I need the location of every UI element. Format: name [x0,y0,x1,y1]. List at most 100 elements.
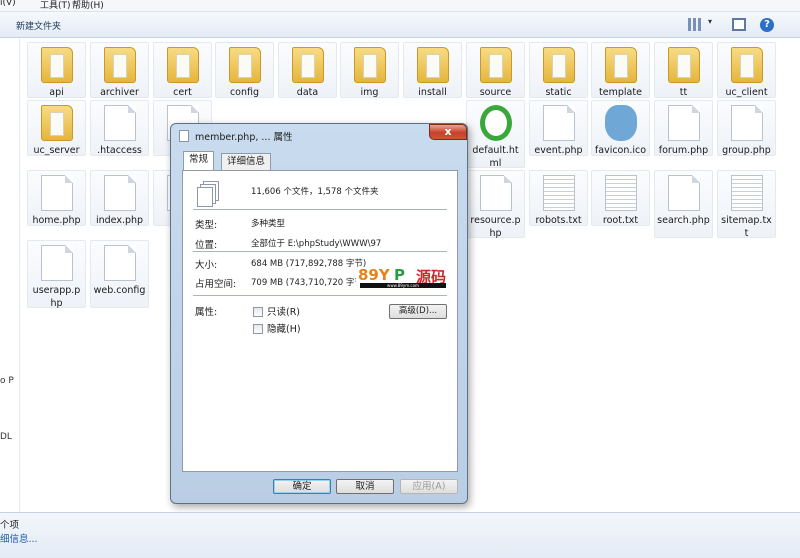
general-panel: 11,606 个文件，1,578 个文件夹 类型: 多种类型 位置: 全部位于 … [182,170,458,472]
file-label: robots.txt [535,215,582,226]
new-folder-button[interactable]: 新建文件夹 [16,19,61,32]
item-count: 个项 [0,520,20,531]
properties-dialog: member.php, ... 属性 x 常规 详细信息 11,606 个文件，… [170,123,468,504]
location-value: 全部位于 E:\phpStudy\WWW\97 [251,239,382,249]
folder-item[interactable]: archiver [90,42,149,98]
disk-size-label: 占用空间: [195,279,237,290]
file-icon [668,105,700,141]
folder-item[interactable]: static [529,42,588,98]
view-options-chevron-icon[interactable]: ▾ [708,17,712,26]
size-label: 大小: [195,260,218,271]
folder-item[interactable]: source [466,42,525,98]
folder-item[interactable]: img [340,42,399,98]
folder-icon [229,47,261,83]
file-item[interactable]: group.php [717,100,776,156]
file-label: event.php [534,145,583,156]
file-label: config [229,87,260,98]
file-label: default.html [472,145,519,169]
file-item[interactable]: event.php [529,100,588,156]
folder-icon [668,47,700,83]
change-view-icon[interactable] [688,18,702,31]
multiple-files-icon [197,181,219,207]
file-icon [104,245,136,281]
file-item[interactable]: .htaccess [90,100,149,156]
folder-item[interactable]: cert [153,42,212,98]
tab-general[interactable]: 常规 [183,151,215,170]
folder-item[interactable]: uc_client [717,42,776,98]
file-item[interactable]: home.php [27,170,86,226]
file-item[interactable]: robots.txt [529,170,588,226]
watermark-logo: 89Y P 源码 www.89ym.com [356,266,448,290]
apply-button[interactable]: 应用(A) [400,479,458,494]
file-label: index.php [95,215,144,226]
file-icon [543,105,575,141]
file-label: data [296,87,319,98]
file-label: uc_server [33,145,80,156]
file-label: web.config [93,285,146,296]
watermark-text: P [394,266,405,284]
file-item[interactable]: root.txt [591,170,650,226]
file-label: favicon.ico [594,145,647,156]
nav-item[interactable]: o P [0,376,14,386]
file-icon [731,105,763,141]
file-item[interactable]: search.php [654,170,713,238]
file-item[interactable]: resource.php [466,170,525,239]
file-item[interactable]: web.config [90,240,149,308]
folder-item[interactable]: tt [654,42,713,98]
file-label: .htaccess [97,145,142,156]
file-item[interactable]: default.html [466,100,525,169]
close-button[interactable]: x [429,124,467,140]
file-item[interactable]: forum.php [654,100,713,156]
file-item[interactable]: sitemap.txt [717,170,776,239]
file-label: resource.php [470,215,521,239]
document-icon [179,130,189,142]
menu-tools[interactable]: 工具(T) [40,0,71,11]
folder-item[interactable]: data [278,42,337,98]
watermark-url: www.89ym.com [360,283,446,288]
file-label: home.php [32,215,81,226]
dialog-title: member.php, ... 属性 [195,132,293,143]
watermark-text: 89Y [358,266,390,284]
file-item[interactable]: favicon.ico [591,100,650,156]
folder-item[interactable]: api [27,42,86,98]
help-icon[interactable]: ? [760,18,774,32]
ok-button[interactable]: 确定 [273,479,331,494]
text-file-icon [731,175,763,211]
file-icon [104,105,136,141]
preview-pane-icon[interactable] [732,18,746,31]
file-label: api [49,87,64,98]
folder-item[interactable]: install [403,42,462,98]
file-icon [668,175,700,211]
folder-icon [480,47,512,83]
summary-count: 11,606 个文件，1,578 个文件夹 [251,187,379,197]
file-label: group.php [722,145,771,156]
folder-item[interactable]: template [591,42,650,98]
attributes-label: 属性: [195,307,218,318]
folder-item[interactable]: uc_server [27,100,86,156]
size-value: 684 MB (717,892,788 字节) [251,259,367,269]
nav-item[interactable]: DL [0,432,12,442]
folder-icon [41,105,73,141]
file-item[interactable]: index.php [90,170,149,226]
folder-icon [104,47,136,83]
file-label: search.php [657,215,710,226]
show-details-link[interactable]: 细信息... [0,531,38,545]
file-label: uc_client [725,87,768,98]
menu-bar: i(V) 工具(T) 帮助(H) [0,0,800,12]
menu-help[interactable]: 帮助(H) [72,0,104,11]
cancel-button[interactable]: 取消 [336,479,394,494]
advanced-button[interactable]: 高级(D)... [389,304,447,319]
file-label: userapp.php [32,285,81,309]
hidden-checkbox[interactable] [253,324,263,334]
file-label: install [418,87,447,98]
file-item[interactable]: userapp.php [27,240,86,309]
toolbar: 新建文件夹 ▾ ? [0,12,800,38]
folder-item[interactable]: config [215,42,274,98]
readonly-checkbox[interactable] [253,307,263,317]
status-bar: 个项 细信息... [0,512,800,558]
menu-view[interactable]: i(V) [0,0,16,8]
folder-icon [41,47,73,83]
disk-size-value: 709 MB (743,710,720 字节) [251,278,367,288]
folder-icon [292,47,324,83]
tab-details[interactable]: 详细信息 [221,153,272,170]
